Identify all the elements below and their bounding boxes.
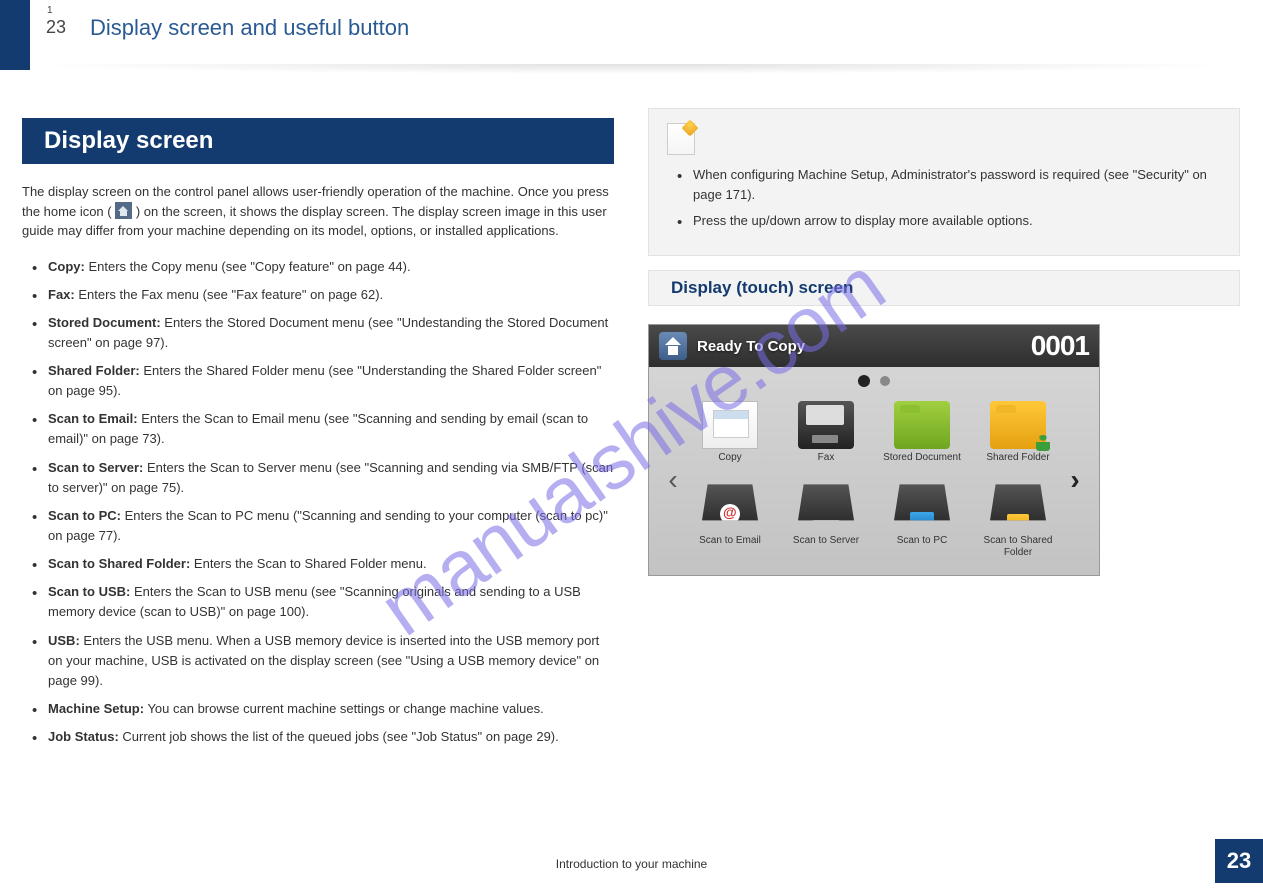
page-number-badge: 23 [1215,839,1263,883]
app-label: Shared Folder [986,452,1049,476]
home-icon [115,202,132,219]
folder-shared-icon [990,401,1046,449]
app-label: Scan to PC [897,535,948,559]
list-item: Machine Setup: You can browse current ma… [22,699,614,719]
panel-status-text: Ready To Copy [697,338,1031,355]
app-copy[interactable]: Copy [683,399,777,478]
scan-email-icon [702,484,758,532]
list-item: Copy: Enters the Copy menu (see "Copy fe… [22,257,614,277]
list-item-text: Enters the Copy menu (see "Copy feature"… [85,259,411,274]
app-scan-to-email[interactable]: Scan to Email [683,482,777,561]
intro-paragraph: The display screen on the control panel … [22,182,614,241]
chapter-big-num: 23 [46,17,66,38]
list-item: Fax: Enters the Fax menu (see "Fax featu… [22,285,614,305]
scan-pc-icon [894,484,950,532]
list-item-label: USB: [48,633,80,648]
list-item: Scan to Server: Enters the Scan to Serve… [22,458,614,498]
prev-arrow-button[interactable]: ‹ [663,460,683,500]
app-label: Fax [818,452,835,476]
panel-copy-count: 0001 [1031,330,1089,362]
list-item-text: Current job shows the list of the queued… [119,729,559,744]
page-dot [880,376,890,386]
header-divider [20,64,1243,74]
list-item-label: Scan to Shared Folder: [48,556,190,571]
list-item: Job Status: Current job shows the list o… [22,727,614,747]
list-item-label: Scan to PC: [48,508,121,523]
panel-home-button[interactable] [659,332,687,360]
list-item-label: Scan to Server: [48,460,143,475]
fax-icon [798,401,854,449]
panel-section-heading: Display (touch) screen [648,270,1240,306]
list-item-label: Job Status: [48,729,119,744]
app-scan-to-pc[interactable]: Scan to PC [875,482,969,561]
section-heading: Display screen [22,118,614,164]
chapter-small-num: 1 [47,5,53,16]
blue-tab [0,0,30,70]
list-item-text: Enters the Scan to Shared Folder menu. [190,556,426,571]
list-item: Scan to PC: Enters the Scan to PC menu (… [22,506,614,546]
next-arrow-button[interactable]: › [1065,460,1085,500]
app-label: Scan to Shared Folder [973,535,1063,559]
list-item: USB: Enters the USB menu. When a USB mem… [22,631,614,691]
app-label: Scan to Email [699,535,761,559]
footer-text: Introduction to your machine [556,857,707,871]
list-item-text: You can browse current machine settings … [144,701,544,716]
list-item: Scan to USB: Enters the Scan to USB menu… [22,582,614,622]
page-dot-active [858,375,870,387]
list-item: Stored Document: Enters the Stored Docum… [22,313,614,353]
scan-server-icon [798,484,854,532]
list-item-text: Enters the Fax menu (see "Fax feature" o… [75,287,383,302]
panel-topbar: Ready To Copy 0001 [649,325,1099,367]
app-scan-to-server[interactable]: Scan to Server [779,482,873,561]
list-item-label: Scan to Email: [48,411,138,426]
copy-icon [702,401,758,449]
header-title: Display screen and useful button [90,15,409,41]
printer-touch-panel: Ready To Copy 0001 ‹ Copy Fax Stored Do [648,324,1100,576]
list-item-label: Scan to USB: [48,584,130,599]
note-text: Press the up/down arrow to display more … [667,211,1221,231]
list-item: Shared Folder: Enters the Shared Folder … [22,361,614,401]
note-icon [667,123,695,155]
page-indicator [649,367,1099,393]
app-scan-to-shared-folder[interactable]: Scan to Shared Folder [971,482,1065,561]
list-item-label: Fax: [48,287,75,302]
app-grid: Copy Fax Stored Document Shared Folder S… [683,399,1065,561]
list-item: Scan to Email: Enters the Scan to Email … [22,409,614,449]
folder-green-icon [894,401,950,449]
scan-shared-icon [990,484,1046,532]
list-item-label: Copy: [48,259,85,274]
list-item-label: Stored Document: [48,315,161,330]
feature-list: Copy: Enters the Copy menu (see "Copy fe… [22,257,614,748]
list-item-label: Shared Folder: [48,363,140,378]
list-item-text: Enters the USB menu. When a USB memory d… [48,633,599,688]
app-stored-document[interactable]: Stored Document [875,399,969,478]
app-label: Scan to Server [793,535,859,559]
list-item: Scan to Shared Folder: Enters the Scan t… [22,554,614,574]
note-box: When configuring Machine Setup, Administ… [648,108,1240,256]
note-text: When configuring Machine Setup, Administ… [667,165,1221,205]
app-shared-folder[interactable]: Shared Folder [971,399,1065,478]
list-item-text: Enters the Scan to PC menu ("Scanning an… [48,508,608,543]
app-label: Copy [718,452,741,476]
list-item-label: Machine Setup: [48,701,144,716]
app-fax[interactable]: Fax [779,399,873,478]
app-label: Stored Document [883,452,961,476]
